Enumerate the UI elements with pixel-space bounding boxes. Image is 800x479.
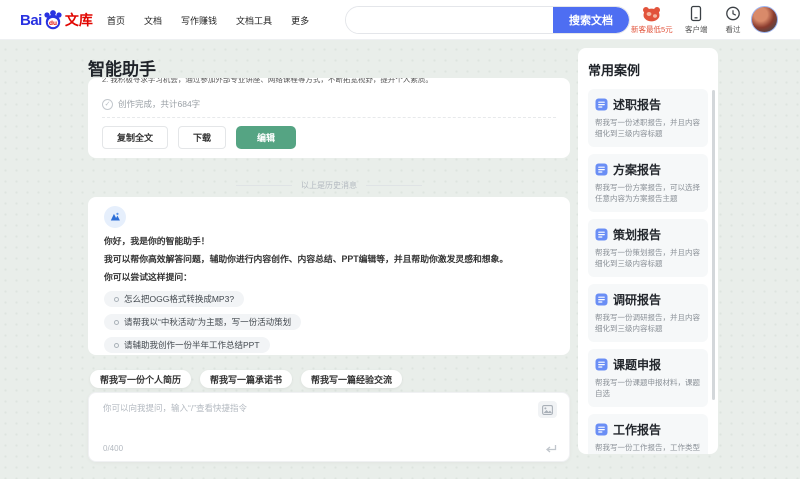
generation-status: ✓ 创作完成，共计684字 [102, 98, 556, 110]
quick-prompt-chips: 帮我写一份个人简历 帮我写一篇承诺书 帮我写一篇经验交流 [90, 370, 403, 388]
suggestion-midautumn-plan[interactable]: 请帮我以“中秋活动”为主题，写一份活动策划 [104, 314, 302, 330]
assistant-capabilities: 我可以帮你高效解答问题，辅助你进行内容创作、内容总结、PPT编辑等，并且帮助你激… [104, 254, 509, 264]
phone-icon [691, 5, 702, 22]
assistant-message-card: 你好，我是你的智能助手！ 我可以帮你高效解答问题，辅助你进行内容创作、内容总结、… [88, 197, 570, 355]
send-button[interactable] [545, 444, 557, 454]
search-bar: 搜索文档 [345, 6, 630, 34]
logo-text-wenku: 文库 [64, 12, 93, 28]
case-item-planning-report[interactable]: 策划报告 帮我写一份策划报告，并且内容细化到三级内容标题 [588, 219, 708, 277]
case-item-work-report[interactable]: 工作报告 帮我写一份工作报告，工作类型随机 [588, 414, 708, 454]
viewed-history[interactable]: 看过 [725, 5, 741, 35]
edit-button[interactable]: 编辑 [236, 126, 297, 149]
prompt-input[interactable] [103, 402, 523, 436]
document-icon [595, 293, 608, 306]
char-counter: 0/400 [103, 444, 124, 453]
viewed-label: 看过 [725, 25, 741, 34]
user-avatar[interactable] [751, 6, 778, 33]
bullet-ring-icon [114, 296, 119, 302]
assistant-avatar [104, 206, 126, 228]
case-item-proposal-report[interactable]: 方案报告 帮我写一份方案报告，可以选择任意内容为方案报告主题 [588, 154, 708, 212]
picture-icon [542, 404, 553, 415]
common-cases-panel: 常用案例 述职报告 帮我写一份述职报告，并且内容细化到三级内容标题 方案报告 帮… [578, 48, 718, 454]
document-icon [595, 423, 608, 436]
chip-experience-exchange[interactable]: 帮我写一篇经验交流 [301, 370, 403, 388]
enter-arrow-icon [545, 445, 557, 453]
logo-text-du: du [49, 20, 57, 27]
case-item-research-report[interactable]: 调研报告 帮我写一份调研报告，并且内容细化到三级内容标题 [588, 284, 708, 342]
divider-line-left [236, 185, 292, 186]
check-circle-icon: ✓ [102, 98, 113, 110]
divider-line-right [366, 185, 422, 186]
suggestion-halfyear-ppt[interactable]: 请辅助我创作一份半年工作总结PPT [104, 337, 270, 353]
bullet-ring-icon [114, 319, 119, 325]
dashed-divider [102, 117, 556, 118]
generated-document-card: 2. 我积极寻求学习机会，通过参加外部专业讲座、网络课程等方式，不断拓宽视野，提… [88, 78, 570, 158]
result-actions: 复制全文 下载 编辑 [102, 126, 556, 149]
composer-card: 0/400 [88, 392, 570, 462]
clock-icon [726, 6, 740, 21]
logo-text-bai: Bai [20, 11, 42, 29]
chip-commitment-letter[interactable]: 帮我写一篇承诺书 [200, 370, 293, 388]
nav-item-more[interactable]: 更多 [291, 14, 309, 27]
nav-item-tools[interactable]: 文档工具 [236, 14, 272, 27]
chip-resume[interactable]: 帮我写一份个人简历 [90, 370, 192, 388]
promo-mascot-icon [643, 7, 661, 22]
baidu-paw-icon: du [44, 10, 62, 30]
case-item-debriefing-report[interactable]: 述职报告 帮我写一份述职报告，并且内容细化到三级内容标题 [588, 89, 708, 147]
case-item-project-application[interactable]: 课题申报 帮我写一份课题申报材料，课题自选 [588, 349, 708, 407]
page-title: 智能助手 [88, 60, 156, 79]
document-icon [595, 358, 608, 371]
assistant-greeting: 你好，我是你的智能助手！ [104, 236, 210, 246]
primary-nav: 首页 文档 写作赚钱 文档工具 更多 [107, 0, 309, 40]
document-icon [595, 228, 608, 241]
copy-all-button[interactable]: 复制全文 [102, 126, 169, 149]
history-messages-divider: 以上是历史消息 [88, 180, 570, 191]
search-button[interactable]: 搜索文档 [553, 7, 629, 33]
baidu-wenku-logo[interactable]: Bai du 文库 [20, 8, 93, 32]
client-download[interactable]: 客户端 [685, 5, 708, 35]
case-list: 述职报告 帮我写一份述职报告，并且内容细化到三级内容标题 方案报告 帮我写一份方… [588, 89, 708, 454]
page-root: Bai du 文库 首页 文档 写作赚钱 文档工具 更多 搜索文档 新客最低5元… [0, 0, 800, 479]
generated-text-clipped: 2. 我积极寻求学习机会，通过参加外部专业讲座、网络课程等方式，不断拓宽视野，提… [102, 78, 433, 84]
top-navbar: Bai du 文库 首页 文档 写作赚钱 文档工具 更多 搜索文档 新客最低5元… [0, 0, 800, 40]
assistant-try-ask: 你可以尝试这样提问： [104, 272, 192, 282]
document-icon [595, 98, 608, 111]
client-label: 客户端 [685, 25, 708, 34]
promo-label: 新客最低5元 [631, 25, 673, 34]
divider-text: 以上是历史消息 [301, 181, 357, 190]
bullet-ring-icon [114, 342, 119, 348]
suggestion-ogg-mp3[interactable]: 怎么把OGG格式转换成MP3? [104, 291, 245, 307]
status-text: 创作完成，共计684字 [118, 99, 201, 109]
nav-item-docs[interactable]: 文档 [144, 14, 162, 27]
wenku-ai-icon [110, 212, 120, 221]
nav-item-earn[interactable]: 写作赚钱 [181, 14, 217, 27]
document-icon [595, 163, 608, 176]
sidebar-scrollbar[interactable] [712, 90, 715, 400]
nav-item-home[interactable]: 首页 [107, 14, 125, 27]
search-input[interactable] [346, 7, 553, 33]
download-button[interactable]: 下载 [178, 126, 227, 149]
new-user-promo[interactable]: 新客最低5元 [631, 5, 673, 35]
common-cases-title: 常用案例 [588, 63, 641, 78]
image-upload-button[interactable] [538, 401, 557, 418]
